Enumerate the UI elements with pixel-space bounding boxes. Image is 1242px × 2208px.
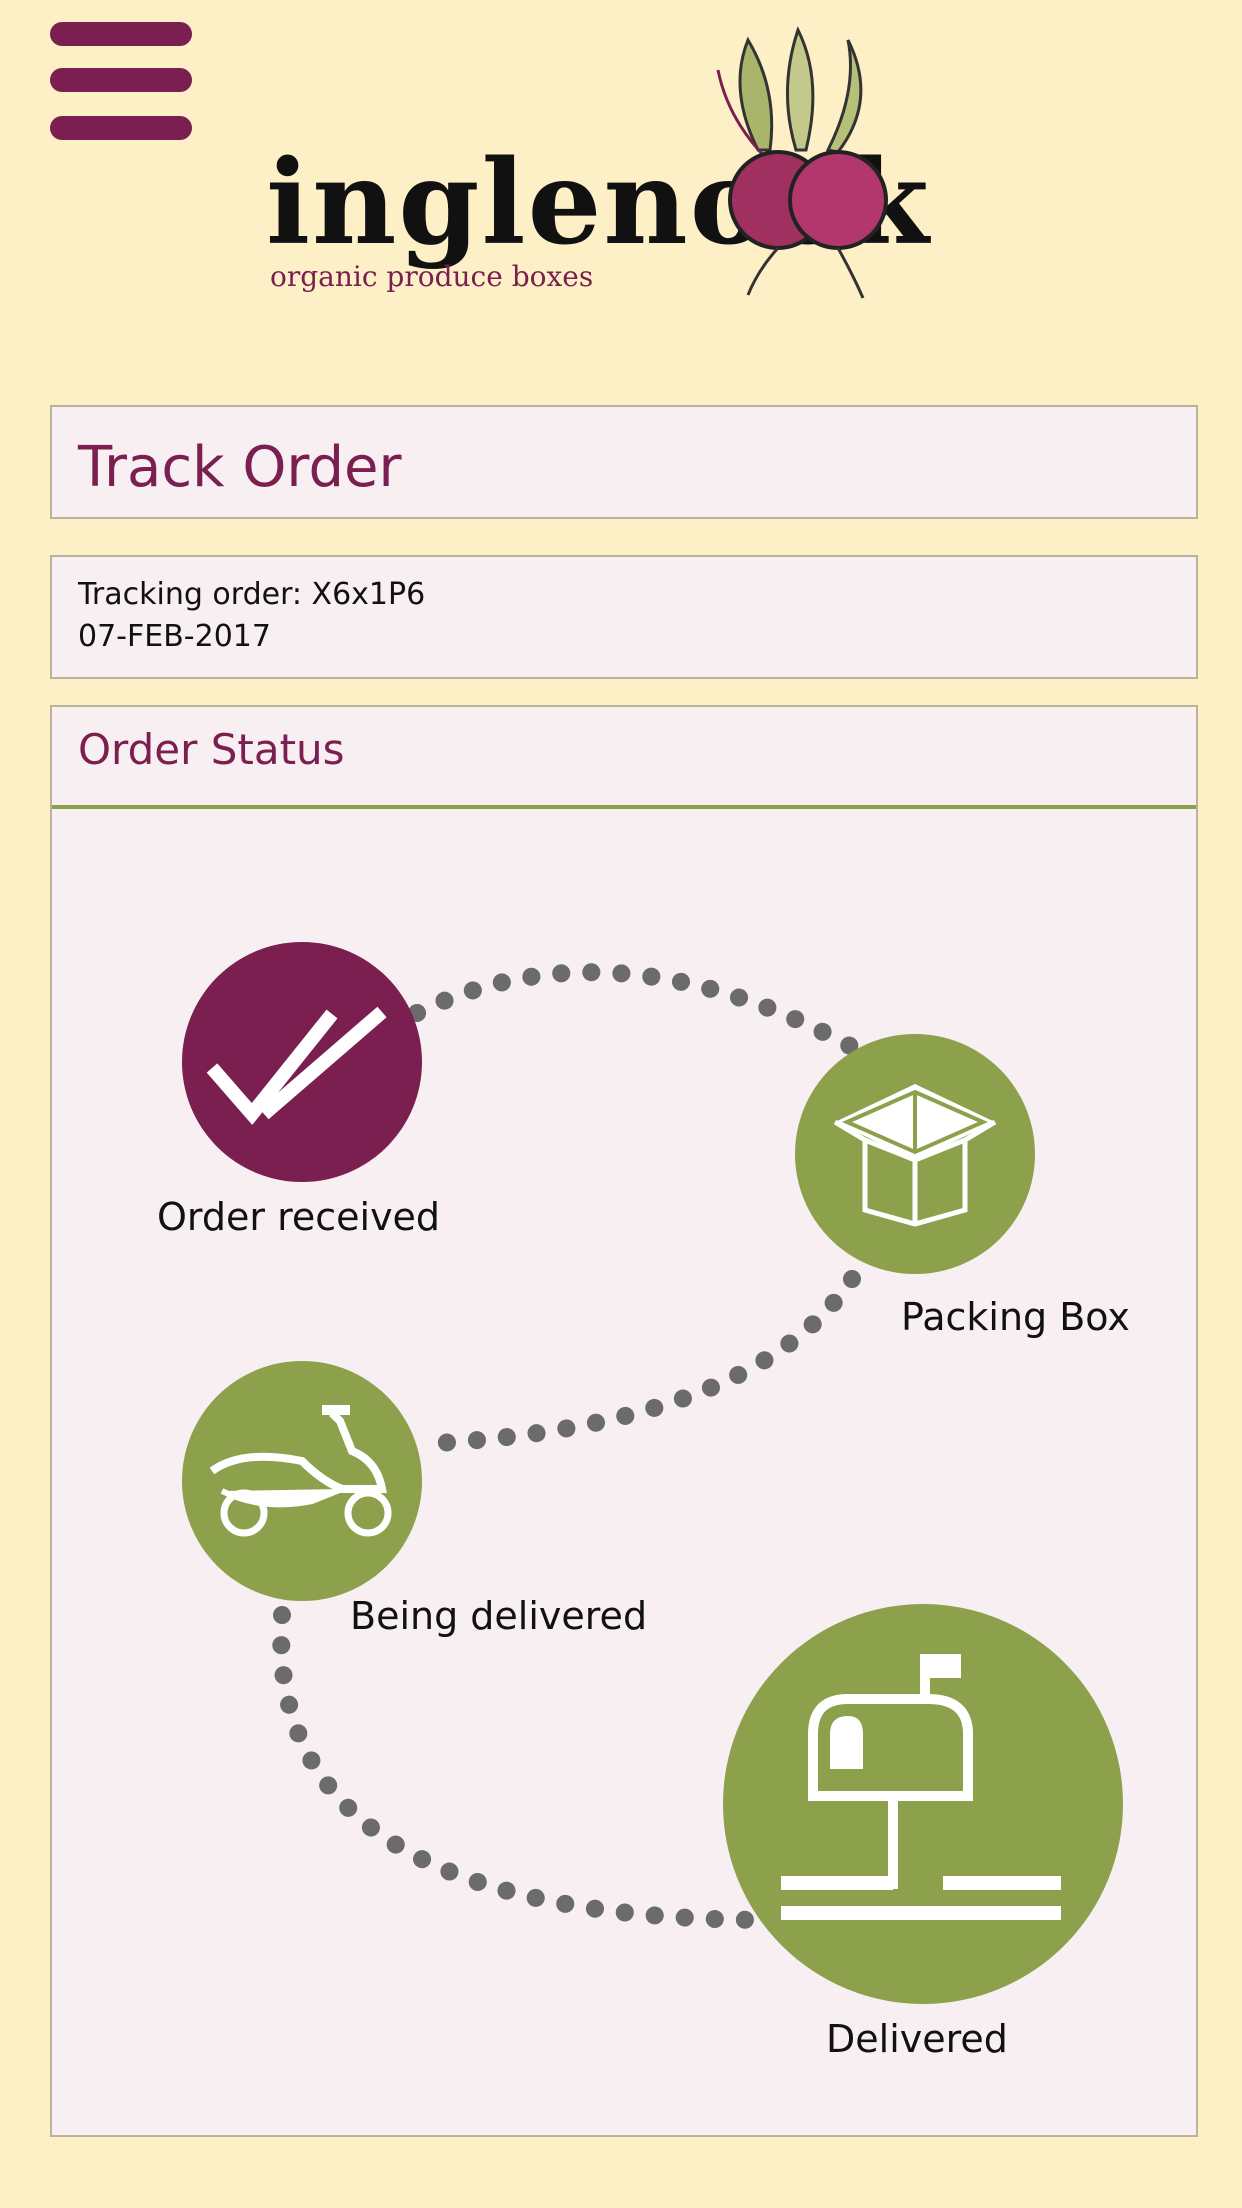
beet-illustration xyxy=(716,26,888,299)
page-title: Track Order xyxy=(78,435,402,500)
step-delivered xyxy=(723,1604,1123,2004)
step-order-received xyxy=(182,942,422,1182)
mailbox-icon xyxy=(781,1654,1061,1920)
tracking-order-number: Tracking order: X6x1P6 xyxy=(78,577,426,612)
step-label-packing-box: Packing Box xyxy=(901,1295,1130,1339)
tracking-info-panel: Tracking order: X6x1P6 07-FEB-2017 xyxy=(50,555,1198,679)
tracking-order-date: 07-FEB-2017 xyxy=(78,619,271,654)
step-label-order-received: Order received xyxy=(157,1195,441,1239)
step-packing-box xyxy=(795,1034,1035,1274)
hamburger-menu-icon[interactable] xyxy=(50,22,192,142)
step-label-delivered: Delivered xyxy=(826,2017,1008,2061)
logo-tagline: organic produce boxes xyxy=(270,260,594,293)
logo: inglenook organic produce boxes xyxy=(218,20,978,320)
track-order-panel: Track Order xyxy=(50,405,1198,519)
order-status-panel: Order Status Order received Packing Box … xyxy=(50,705,1198,2137)
step-label-being-delivered: Being delivered xyxy=(350,1594,648,1638)
open-box-icon xyxy=(833,1084,997,1227)
step-being-delivered xyxy=(182,1361,422,1601)
status-timeline: Order received Packing Box Being deliver… xyxy=(52,707,1200,2139)
double-check-icon xyxy=(206,1006,387,1125)
scooter-icon xyxy=(209,1405,392,1537)
